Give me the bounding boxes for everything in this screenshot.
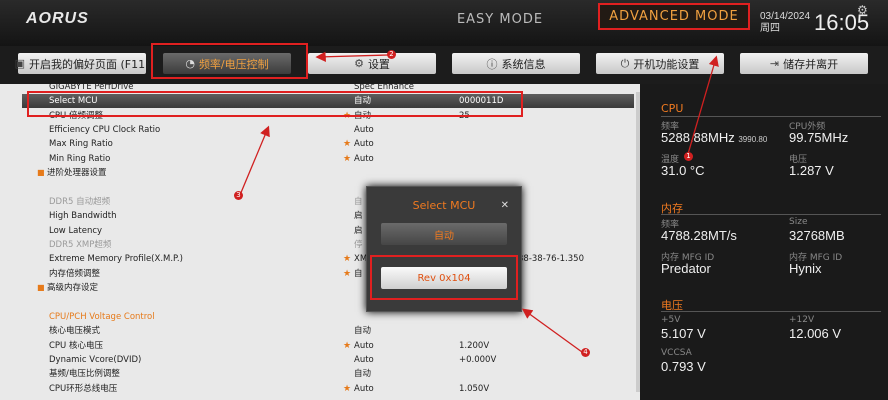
annotation-marker: 3 — [234, 191, 243, 200]
tab-save-exit[interactable]: ⇥ 储存并离开 — [740, 53, 868, 74]
annotation-marker: 2 — [387, 50, 396, 59]
mem-mfg2-value: Hynix — [789, 261, 822, 276]
divider — [661, 214, 881, 215]
dialog-title: Select MCU — [412, 199, 476, 212]
submenu-row[interactable]: ■ 高级内存设定 — [22, 281, 634, 295]
setting-row[interactable]: Efficiency CPU Clock Ratio Auto — [22, 123, 634, 137]
weekday-text: 周四 — [760, 23, 780, 34]
power-icon: ⏻ — [620, 56, 630, 70]
setting-row[interactable]: Low Latency 启 — [22, 224, 634, 238]
bookmark-icon: ▣ — [14, 57, 25, 70]
vccsa-value: 0.793 V — [661, 359, 706, 374]
setting-row[interactable]: CPU环形总线电压 ★ Auto 1.050V — [22, 382, 634, 396]
annotation-marker: 1 — [684, 152, 693, 161]
tab-settings[interactable]: ⚙ 设置 — [308, 53, 436, 74]
tab-label: 储存并离开 — [783, 57, 839, 71]
vccsa-label: VCCSA — [661, 348, 692, 358]
section-header: CPU/PCH Voltage Control — [49, 312, 155, 322]
aorus-logo: AORUS — [26, 10, 89, 27]
gear-icon: ⚙ — [354, 57, 364, 70]
setting-row[interactable]: 内存倍频调整 ★ 自 — [22, 267, 634, 281]
tab-label: 系统信息 — [501, 57, 546, 71]
row-highlight-box — [27, 91, 523, 117]
mem-size-label: Size — [789, 217, 808, 227]
info-icon: ⓘ — [486, 57, 498, 71]
setting-row[interactable]: Max Ring Ratio ★ Auto — [22, 137, 634, 151]
setting-row[interactable]: Min Ring Ratio ★ Auto — [22, 152, 634, 166]
v5-value: 5.107 V — [661, 326, 706, 341]
cpu-temp-value: 31.0 °C — [661, 163, 705, 178]
setting-row[interactable]: Extreme Memory Profile(X.M.P.) ★ XM 38-3… — [22, 252, 634, 266]
easy-mode-button[interactable]: EASY MODE — [440, 7, 560, 31]
annotation-marker: 4 — [581, 348, 590, 357]
star-icon: ★ — [343, 254, 352, 264]
setting-row[interactable]: DDR5 自动超频 自 — [22, 195, 634, 209]
tab-highlight-box — [151, 43, 308, 79]
setting-row[interactable]: 核心电压模式 自动 — [22, 324, 634, 338]
star-icon: ★ — [343, 340, 352, 351]
tab-label: 开启我的偏好页面 (F11) — [29, 57, 150, 71]
top-bar: AORUS EASY MODE ADVANCED MODE 03/14/2024… — [0, 0, 888, 46]
advanced-mode-button[interactable]: ADVANCED MODE — [598, 3, 750, 30]
setting-row[interactable]: Dynamic Vcore(DVID) Auto +0.000V — [22, 353, 634, 367]
settings-panel: GIGABYTE PerfDrive Spec Enhance Select M… — [0, 84, 640, 400]
v12-label: +12V — [789, 315, 815, 325]
tab-bar: ▣ 开启我的偏好页面 (F11) ◔ 频率/电压控制 ⚙ 设置 ⓘ 系统信息 ⏻… — [0, 46, 888, 84]
star-icon: ★ — [343, 268, 352, 279]
mem-size-value: 32768MB — [789, 228, 845, 243]
date-text: 03/14/2024 — [760, 11, 811, 22]
tab-boot[interactable]: ⏻ 开机功能设置 — [596, 53, 724, 74]
cpu-section-title: CPU — [661, 102, 684, 115]
mem-freq-value: 4788.28MT/s — [661, 228, 737, 243]
setting-row[interactable]: High Bandwidth 启 — [22, 209, 634, 223]
submenu-row[interactable]: ■ 进阶处理器设置 — [22, 166, 634, 180]
setting-row[interactable]: 基频/电压比例调整 自动 — [22, 367, 634, 381]
v5-label: +5V — [661, 315, 681, 325]
setting-row[interactable]: DDR5 XMP超频 停 — [22, 238, 634, 252]
settings-gear-icon[interactable]: ⚙ — [857, 3, 868, 17]
cpu-freq-value: 5288.88MHz 3990.80 — [661, 130, 768, 145]
close-icon[interactable]: ✕ — [501, 200, 509, 211]
bullet-icon: ■ — [37, 168, 45, 177]
star-icon: ★ — [343, 139, 352, 149]
divider — [661, 311, 881, 312]
cpu-ext-value: 99.75MHz — [789, 130, 849, 145]
tab-system-info[interactable]: ⓘ 系统信息 — [452, 53, 580, 74]
bullet-icon: ■ — [37, 283, 45, 292]
star-icon: ★ — [343, 153, 352, 164]
hardware-monitor: CPU 频率 5288.88MHz 3990.80 CPU外频 99.75MHz… — [650, 92, 888, 400]
tab-favorites[interactable]: ▣ 开启我的偏好页面 (F11) — [14, 53, 150, 74]
v12-value: 12.006 V — [789, 326, 842, 341]
setting-row[interactable]: CPU 核心电压 ★ Auto 1.200V — [22, 339, 634, 353]
divider — [661, 116, 881, 117]
cpu-volt-value: 1.287 V — [789, 163, 834, 178]
tab-label: 设置 — [367, 57, 390, 71]
mem-mfg-value: Predator — [661, 261, 711, 276]
option-auto[interactable]: 自动 — [381, 223, 507, 245]
star-icon: ★ — [343, 383, 352, 394]
exit-icon: ⇥ — [769, 57, 780, 70]
clock-date: 03/14/2024 周四 — [760, 11, 810, 35]
tab-label: 开机功能设置 — [633, 57, 700, 71]
option-highlight-box — [370, 255, 518, 300]
scrollbar[interactable] — [636, 92, 640, 392]
